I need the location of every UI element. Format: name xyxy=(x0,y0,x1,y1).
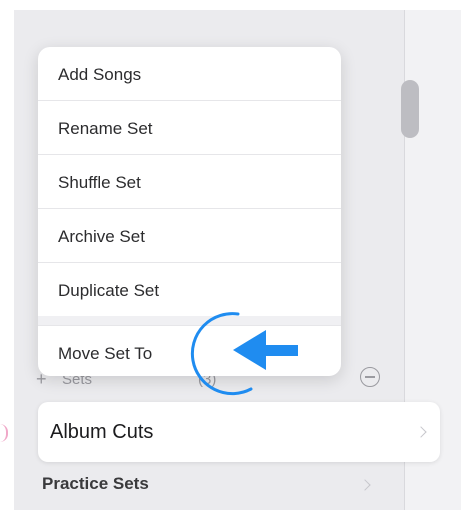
arrow-left-icon xyxy=(233,330,298,370)
tap-annotation xyxy=(190,312,298,396)
